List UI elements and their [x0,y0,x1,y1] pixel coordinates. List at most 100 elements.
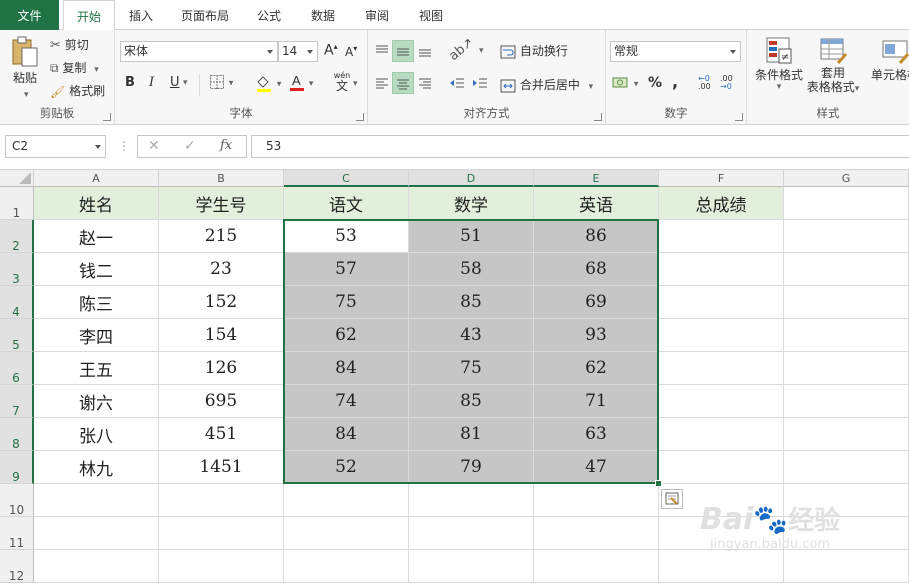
font-size-select[interactable]: 14 [278,41,318,62]
cell-b4[interactable]: 152 [159,286,284,319]
cell-d8[interactable]: 81 [409,418,534,451]
cell-e5[interactable]: 93 [534,319,659,352]
formula-input[interactable]: 53 [251,135,909,158]
number-launcher-icon[interactable] [735,113,743,121]
accounting-dropdown-icon[interactable]: ▾ [634,80,639,90]
cell-f7[interactable] [659,385,784,418]
row-header-5[interactable]: 5 [0,319,34,352]
cell-c1[interactable]: 语文 [284,187,409,220]
cell-d4[interactable]: 85 [409,286,534,319]
cancel-icon[interactable]: ✕ [148,138,160,154]
cell-e8[interactable]: 63 [534,418,659,451]
cell-b3[interactable]: 23 [159,253,284,286]
cell-d1[interactable]: 数学 [409,187,534,220]
row-header-11[interactable]: 11 [0,517,34,550]
cell-d11[interactable] [409,517,534,550]
cell-a1[interactable]: 姓名 [34,187,159,220]
align-right-button[interactable] [414,72,436,94]
shrink-font-button[interactable]: A▾ [345,44,357,59]
orientation-dropdown-icon[interactable]: ▾ [479,46,484,56]
row-header-4[interactable]: 4 [0,286,34,319]
tab-page-layout[interactable]: 页面布局 [172,0,238,30]
wrap-text-button[interactable]: 自动换行 [500,42,568,59]
cell-f2[interactable] [659,220,784,253]
cell-d12[interactable] [409,550,534,583]
paste-dropdown-icon[interactable]: ▾ [24,90,29,100]
column-header-a[interactable]: A [34,170,159,187]
cell-c3[interactable]: 57 [284,253,409,286]
cell-e6[interactable]: 62 [534,352,659,385]
cell-g7[interactable] [784,385,909,418]
cell-b1[interactable]: 学生号 [159,187,284,220]
cell-g5[interactable] [784,319,909,352]
clipboard-launcher-icon[interactable] [103,113,111,121]
align-middle-button[interactable] [392,40,414,62]
fill-color-dropdown-icon[interactable]: ▾ [277,80,282,90]
cell-g9[interactable] [784,451,909,484]
percent-button[interactable]: % [648,75,662,91]
grow-font-button[interactable]: A▴ [324,42,338,59]
increase-decimal-button[interactable]: ←0 .00 [698,75,711,91]
cell-b9[interactable]: 1451 [159,451,284,484]
conditional-format-dropdown-icon[interactable]: ▾ [751,83,807,92]
decrease-indent-button[interactable] [446,72,468,94]
align-left-button[interactable] [371,72,393,94]
cell-c11[interactable] [284,517,409,550]
cell-e7[interactable]: 71 [534,385,659,418]
phonetic-button[interactable]: wén 文 [330,71,354,93]
select-all-corner[interactable] [0,170,34,187]
row-header-3[interactable]: 3 [0,253,34,286]
confirm-icon[interactable]: ✓ [184,138,196,154]
cell-a4[interactable]: 陈三 [34,286,159,319]
row-header-7[interactable]: 7 [0,385,34,418]
cell-g6[interactable] [784,352,909,385]
cell-a8[interactable]: 张八 [34,418,159,451]
italic-button[interactable]: I [149,75,154,90]
more-options-icon[interactable]: ⋮ [118,139,130,153]
cell-e12[interactable] [534,550,659,583]
font-launcher-icon[interactable] [356,113,364,121]
format-painter-button[interactable]: 🖌 格式刷 [50,82,105,99]
tab-formulas[interactable]: 公式 [246,0,292,30]
cell-b12[interactable] [159,550,284,583]
cell-e10[interactable] [534,484,659,517]
cell-a12[interactable] [34,550,159,583]
cell-a9[interactable]: 林九 [34,451,159,484]
cell-f3[interactable] [659,253,784,286]
cell-e2[interactable]: 86 [534,220,659,253]
align-bottom-button[interactable] [414,40,436,62]
row-header-2[interactable]: 2 [0,220,34,253]
cell-g1[interactable] [784,187,909,220]
cell-f9[interactable] [659,451,784,484]
cell-a11[interactable] [34,517,159,550]
cell-d5[interactable]: 43 [409,319,534,352]
cell-g8[interactable] [784,418,909,451]
cell-c2[interactable]: 53 [284,220,409,253]
cell-d2[interactable]: 51 [409,220,534,253]
column-header-c[interactable]: C [284,170,409,187]
cell-e1[interactable]: 英语 [534,187,659,220]
borders-button[interactable]: ▾ [209,74,233,90]
tab-view[interactable]: 视图 [408,0,454,30]
tab-review[interactable]: 审阅 [354,0,400,30]
cell-b5[interactable]: 154 [159,319,284,352]
cell-c6[interactable]: 84 [284,352,409,385]
comma-button[interactable]: , [672,72,678,91]
cell-b6[interactable]: 126 [159,352,284,385]
underline-dropdown-icon[interactable]: ▾ [183,78,188,88]
orientation-button[interactable]: ab↗ ▾ [446,35,484,64]
bold-button[interactable]: B [125,75,135,90]
cell-g12[interactable] [784,550,909,583]
merge-dropdown-icon[interactable]: ▾ [589,82,594,92]
cell-d6[interactable]: 75 [409,352,534,385]
cell-b11[interactable] [159,517,284,550]
cell-a6[interactable]: 王五 [34,352,159,385]
cell-a3[interactable]: 钱二 [34,253,159,286]
column-header-d[interactable]: D [409,170,534,187]
align-top-button[interactable] [371,40,393,62]
row-header-10[interactable]: 10 [0,484,34,517]
cell-e11[interactable] [534,517,659,550]
conditional-format-button[interactable]: ≠ 条件格式 ▾ [751,36,807,92]
cell-b8[interactable]: 451 [159,418,284,451]
fill-handle[interactable] [655,480,662,487]
